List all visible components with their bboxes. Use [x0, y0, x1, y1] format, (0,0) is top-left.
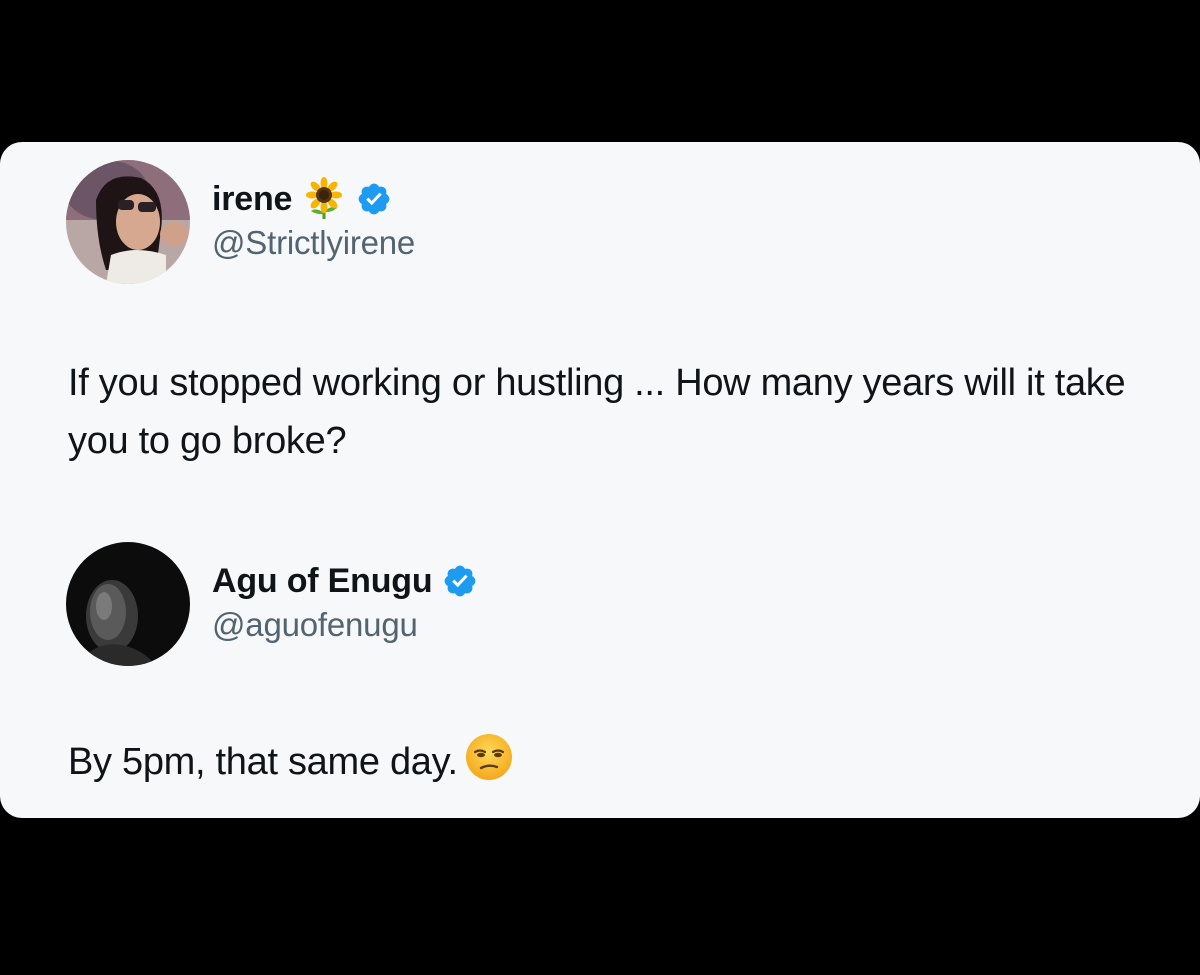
tweet-author: irene @Strictlyirene — [212, 176, 415, 262]
tweet-card: irene @Strictlyirene If you stopped work… — [0, 142, 1200, 818]
verified-badge-icon — [356, 181, 392, 217]
tweet-text-container: By 5pm, that same day. — [68, 732, 1148, 799]
verified-badge-icon — [442, 563, 478, 599]
tweet-author: Agu of Enugu @aguofenugu — [212, 558, 478, 644]
display-name[interactable]: Agu of Enugu — [212, 562, 433, 601]
avatar[interactable] — [66, 542, 190, 666]
handle[interactable]: @Strictlyirene — [212, 224, 415, 262]
display-name[interactable]: irene — [212, 180, 292, 219]
sunflower-icon — [302, 177, 346, 221]
avatar[interactable] — [66, 160, 190, 284]
tweet-text: If you stopped working or hustling ... H… — [68, 362, 1126, 462]
tweet-text: By 5pm, that same day. — [68, 741, 458, 783]
unamused-face-icon — [464, 732, 514, 799]
handle[interactable]: @aguofenugu — [212, 606, 478, 644]
